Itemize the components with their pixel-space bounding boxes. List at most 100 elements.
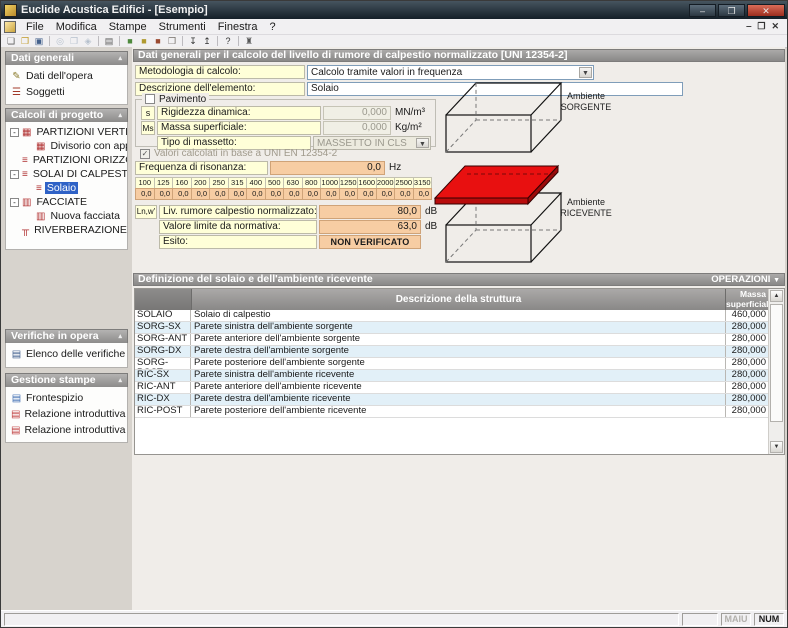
- panel-header-calcoli-di-progetto[interactable]: ▴ Calcoli di progetto: [5, 108, 128, 123]
- sidebar-item-elenco-verifiche[interactable]: ▤ Elenco delle verifiche: [6, 346, 127, 362]
- save-icon[interactable]: ▣: [32, 36, 46, 47]
- sidebar-item-relazione-verifiche[interactable]: ▤ Relazione introduttiva (verifiche): [6, 422, 127, 438]
- tree-item-nuova-facciata[interactable]: ▥ Nuova facciata: [6, 209, 127, 223]
- collapse-icon[interactable]: ▴: [118, 52, 122, 65]
- menu-file[interactable]: File: [20, 21, 50, 33]
- tree-expander-icon[interactable]: -: [10, 128, 19, 137]
- frequency-value-cell[interactable]: 0,0: [302, 188, 322, 200]
- frequency-value-cell[interactable]: 0,0: [228, 188, 248, 200]
- child-close-button[interactable]: ✕: [771, 21, 779, 32]
- frequency-value-cell[interactable]: 0,0: [191, 188, 211, 200]
- table-row[interactable]: SORG-POST Parete posteriore dell'ambient…: [135, 358, 769, 370]
- row-mass: 280,000: [725, 358, 769, 369]
- import-icon[interactable]: ↧: [186, 36, 200, 47]
- panel-header-verifiche-in-opera[interactable]: ▴ Verifiche in opera: [5, 329, 128, 344]
- collapse-icon[interactable]: ▴: [118, 330, 122, 343]
- frequency-value-cell[interactable]: 0,0: [209, 188, 229, 200]
- frequency-value-cell[interactable]: 0,0: [320, 188, 340, 200]
- menu-stampe[interactable]: Stampe: [103, 21, 153, 33]
- row-description: Parete anteriore dell'ambiente ricevente: [191, 382, 725, 393]
- tree-expander-icon[interactable]: -: [10, 198, 19, 207]
- operazioni-button[interactable]: OPERAZIONI ▼: [711, 274, 780, 286]
- tree-item-solai-di-calpestio[interactable]: - ≡ SOLAI DI CALPESTIO: [6, 167, 127, 181]
- tree-item-riverberazione[interactable]: ╥ RIVERBERAZIONE (T60): [6, 223, 127, 237]
- panel-body-stampe: ▤ Frontespizio ▤ Relazione introduttiva …: [5, 387, 128, 443]
- scroll-up-icon[interactable]: ▲: [770, 290, 783, 302]
- panel-header-gestione-stampe[interactable]: ▴ Gestione stampe: [5, 373, 128, 388]
- frequency-value-cell[interactable]: 0,0: [339, 188, 359, 200]
- menu-modifica[interactable]: Modifica: [50, 21, 103, 33]
- frequenza-value[interactable]: 0,0: [270, 161, 385, 175]
- new-document-icon[interactable]: ❏: [4, 36, 18, 47]
- table-row[interactable]: SORG-DX Parete destra dell'ambiente sorg…: [135, 346, 769, 358]
- rooms-diagram: Ambiente SORGENTE Ambiente RICEVENTE: [433, 77, 783, 277]
- minimize-button[interactable]: ‒: [689, 4, 716, 17]
- export-icon[interactable]: ↥: [200, 36, 214, 47]
- child-restore-button[interactable]: ❐: [757, 21, 765, 32]
- menu-finestra[interactable]: Finestra: [212, 21, 264, 33]
- tree-item-partizioni-orizzontali[interactable]: ≡ PARTIZIONI ORIZZONTALI: [6, 153, 127, 167]
- structures-table: Descrizione della struttura Massa superf…: [134, 288, 785, 455]
- frequency-value-cell[interactable]: 0,0: [413, 188, 433, 200]
- frequency-value-cell[interactable]: 0,0: [172, 188, 192, 200]
- frequenza-label: Frequenza di risonanza:: [135, 161, 268, 175]
- sidebar-item-soggetti[interactable]: ☰ Soggetti: [6, 84, 127, 100]
- pavimento-checkbox[interactable]: [145, 94, 155, 104]
- print-relazione-icon[interactable]: ■: [151, 36, 165, 47]
- frequency-value-cell[interactable]: 0,0: [135, 188, 155, 200]
- table-row[interactable]: SOLAIO Solaio di calpestio 460,000: [135, 310, 769, 322]
- sidebar-item-icon: ▤: [11, 393, 22, 404]
- menu-help[interactable]: ?: [263, 21, 281, 33]
- frequency-value-cell[interactable]: 0,0: [265, 188, 285, 200]
- help-icon[interactable]: ?: [221, 36, 235, 47]
- tree-item-label: Nuova facciata: [48, 210, 121, 222]
- print-icon[interactable]: ▤: [102, 36, 116, 47]
- scroll-down-icon[interactable]: ▼: [770, 441, 783, 453]
- sidebar-item-relazione-calcoli[interactable]: ▤ Relazione introduttiva (calcoli): [6, 406, 127, 422]
- table-row[interactable]: RIC-DX Parete destra dell'ambiente ricev…: [135, 394, 769, 406]
- scrollbar-thumb[interactable]: [770, 304, 783, 422]
- chevron-down-icon: ▼: [416, 138, 429, 148]
- tree-item-divisorio-con-appartamento[interactable]: ▦ Divisorio con appartamento: [6, 139, 127, 153]
- descrizione-column-header: Descrizione della struttura: [192, 289, 725, 310]
- frequency-value-cell[interactable]: 0,0: [283, 188, 303, 200]
- print-all-icon[interactable]: ❒: [165, 36, 179, 47]
- table-row[interactable]: SORG-SX Parete sinistra dell'ambiente so…: [135, 322, 769, 334]
- tree-item-solaio[interactable]: ≡ Solaio: [6, 181, 127, 195]
- child-minimize-button[interactable]: ‒: [746, 21, 751, 32]
- panel-header-dati-generali[interactable]: ▴ Dati generali: [5, 51, 128, 66]
- tree-item-facciate[interactable]: - ▥ FACCIATE: [6, 195, 127, 209]
- window-title: Euclide Acustica Edifici - [Esempio]: [21, 4, 689, 16]
- sidebar-item-label: Dati dell'opera: [26, 70, 93, 82]
- lnw-value[interactable]: 80,0: [319, 205, 421, 219]
- table-row[interactable]: RIC-ANT Parete anteriore dell'ambiente r…: [135, 382, 769, 394]
- tree-expander-icon[interactable]: -: [10, 170, 19, 179]
- print-calcoli-icon[interactable]: ■: [123, 36, 137, 47]
- sidebar-item-label: Elenco delle verifiche: [26, 348, 125, 360]
- info-icon[interactable]: ♜: [242, 36, 256, 47]
- frequency-value-cell[interactable]: 0,0: [154, 188, 174, 200]
- close-button[interactable]: ✕: [747, 4, 785, 17]
- limite-value[interactable]: 63,0: [319, 220, 421, 234]
- menu-strumenti[interactable]: Strumenti: [153, 21, 212, 33]
- sidebar-item-dati-opera[interactable]: ✎ Dati dell'opera: [6, 68, 127, 84]
- collapse-icon[interactable]: ▴: [118, 109, 122, 122]
- child-window-icon[interactable]: [4, 21, 16, 33]
- sidebar-item-frontespizio[interactable]: ▤ Frontespizio: [6, 390, 127, 406]
- table-scrollbar[interactable]: ▲ ▼: [768, 289, 784, 454]
- tree-item-partizioni-verticali[interactable]: - ▦ PARTIZIONI VERTICALI: [6, 125, 127, 139]
- table-row[interactable]: RIC-SX Parete sinistra dell'ambiente ric…: [135, 370, 769, 382]
- print-verifiche-icon[interactable]: ■: [137, 36, 151, 47]
- frequency-value-cell[interactable]: 0,0: [376, 188, 396, 200]
- app-icon: [4, 4, 17, 17]
- maximize-button[interactable]: ❐: [718, 4, 745, 17]
- tree-item-label: RIVERBERAZIONE (T60): [32, 224, 127, 236]
- open-file-icon[interactable]: ❒: [18, 36, 32, 47]
- frequency-value-cell[interactable]: 0,0: [357, 188, 377, 200]
- frequency-value-cell[interactable]: 0,0: [394, 188, 414, 200]
- table-row[interactable]: SORG-ANT Parete anteriore dell'ambiente …: [135, 334, 769, 346]
- collapse-icon[interactable]: ▴: [118, 374, 122, 387]
- frequency-value-cell[interactable]: 0,0: [246, 188, 266, 200]
- massa-value: 0,000: [323, 121, 391, 135]
- table-row[interactable]: RIC-POST Parete posteriore dell'ambiente…: [135, 406, 769, 418]
